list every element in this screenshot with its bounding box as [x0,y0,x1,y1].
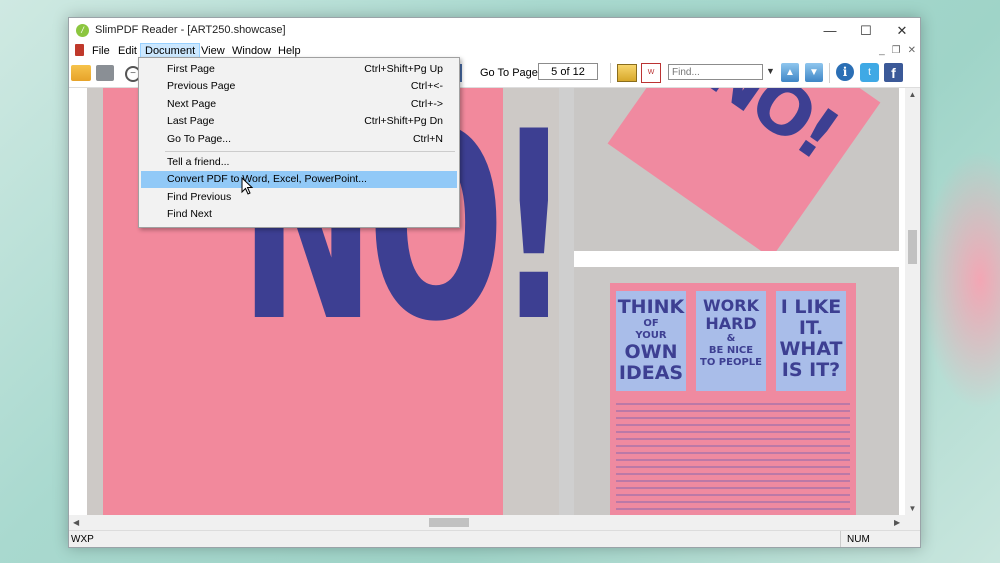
horizontal-scrollbar[interactable]: ◀ ▶ [69,515,920,530]
status-num-lock: NUM [840,531,897,547]
poster-right-bottom: THINK OF YOUR OWN IDEAS WORK HARD & BE N… [610,283,856,515]
facebook-icon[interactable]: f [884,63,903,82]
menu-item-convert-pdf[interactable]: Convert PDF to Word, Excel, PowerPoint..… [141,171,457,188]
menu-item-tell-a-friend[interactable]: Tell a friend... [141,154,457,171]
folder-open-icon[interactable] [71,65,91,81]
arrow-down-icon[interactable]: ▼ [805,63,823,82]
window-controls: — ☐ ✕ [812,18,920,43]
document-icon [75,44,84,56]
page-number-input[interactable] [538,63,598,80]
mouse-cursor-icon [241,177,253,195]
find-input[interactable] [668,64,763,80]
toolbar-separator [829,63,830,83]
menu-separator [165,151,455,152]
window-title: SlimPDF Reader - [ART250.showcase] [95,24,286,36]
title-bar: / SlimPDF Reader - [ART250.showcase] — ☐… [69,18,920,43]
vertical-scrollbar[interactable]: ▲ ▼ [905,88,920,515]
close-button[interactable]: ✕ [884,18,920,43]
mdi-restore-button[interactable]: ❐ [892,43,901,59]
twitter-icon[interactable]: t [860,63,879,82]
find-dropdown-arrow-icon[interactable]: ▼ [766,66,775,76]
menu-item-find-next[interactable]: Find Next [141,206,457,223]
status-text: WXP [71,534,94,545]
menu-item-next-page[interactable]: Next PageCtrl+-> [141,96,457,113]
status-bar: WXP NUM [69,530,920,548]
info-icon[interactable]: i [836,63,854,81]
scroll-up-arrow-icon[interactable]: ▲ [905,90,920,99]
menu-edit[interactable]: Edit [114,43,141,59]
poster-card-think: THINK OF YOUR OWN IDEAS [616,291,686,391]
poster-body-text [616,403,850,513]
photo-right-bottom: THINK OF YOUR OWN IDEAS WORK HARD & BE N… [574,267,899,515]
toolbar-separator [610,63,611,83]
printer-icon[interactable] [96,65,114,81]
horizontal-scroll-thumb[interactable] [429,518,469,527]
menu-item-go-to-page[interactable]: Go To Page...Ctrl+N [141,131,457,148]
mdi-minimize-button[interactable]: _ [879,43,885,59]
menu-item-previous-page[interactable]: Previous PageCtrl+<- [141,78,457,95]
pdf-page-right: NO! THINK OF YOUR OWN IDEAS WORK HARD & [574,88,905,515]
poster-card-i-like-it: I LIKE IT. WHAT IS IT? [776,291,846,391]
menu-item-find-previous[interactable]: Find Previous [141,189,457,206]
pdf-to-word-icon[interactable]: W [641,63,661,83]
photo-right-top: NO! [574,88,899,251]
maximize-button[interactable]: ☐ [848,18,884,43]
arrow-up-icon[interactable]: ▲ [781,63,799,82]
menu-file[interactable]: File [88,43,114,59]
mdi-controls: _ ❐ ✕ [879,43,916,59]
menu-item-last-page[interactable]: Last PageCtrl+Shift+Pg Dn [141,113,457,130]
email-icon[interactable] [617,64,637,82]
mdi-close-button[interactable]: ✕ [908,43,916,59]
vertical-scroll-thumb[interactable] [908,230,917,264]
scroll-right-arrow-icon[interactable]: ▶ [894,515,900,530]
slimpdf-logo-icon: / [76,24,89,37]
menu-item-first-page[interactable]: First PageCtrl+Shift+Pg Up [141,61,457,78]
poster-card-work-hard: WORK HARD & BE NICE TO PEOPLE [696,291,766,391]
scroll-down-arrow-icon[interactable]: ▼ [905,504,920,513]
scroll-left-arrow-icon[interactable]: ◀ [73,515,79,530]
background-pink-blob [920,150,1000,410]
minimize-button[interactable]: — [812,18,848,43]
document-menu-dropdown: First PageCtrl+Shift+Pg Up Previous Page… [138,57,460,228]
goto-page-label: Go To Page [480,67,538,79]
